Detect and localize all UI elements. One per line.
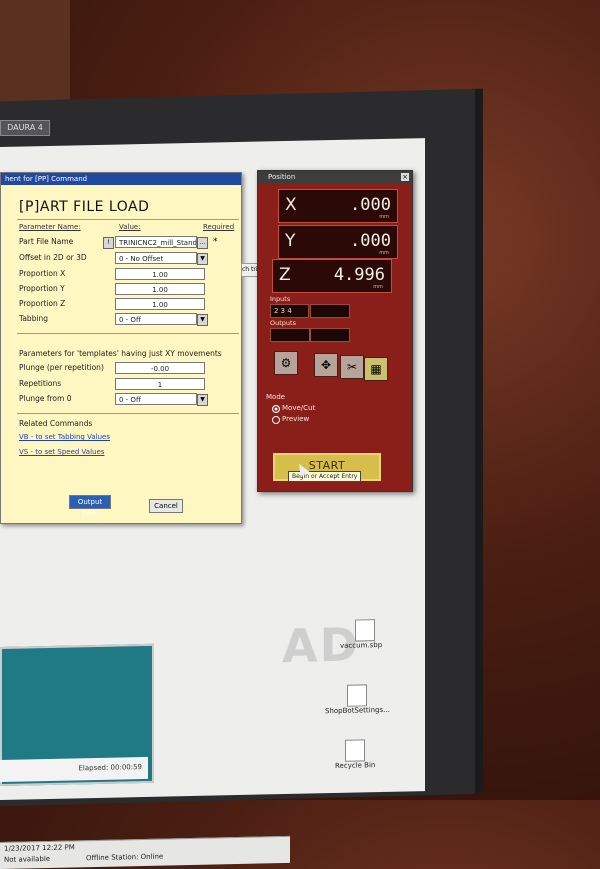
tabbing-select[interactable]: 0 - Off (115, 313, 197, 325)
divider (17, 413, 239, 414)
desktop-icon-label[interactable]: Recycle Bin (335, 761, 375, 770)
y-axis-readout: Y .000 mm (278, 225, 398, 259)
offset-select[interactable]: 0 - No Offset (115, 252, 197, 264)
outputs-display-2 (310, 328, 350, 342)
z-axis-readout: Z 4.996 mm (272, 259, 392, 293)
required-marker: * (213, 237, 218, 247)
mode-radio-move-cut[interactable] (272, 405, 280, 413)
mode-option-label[interactable]: Move/Cut (282, 404, 315, 412)
keypad-icon[interactable]: ⚙ (274, 351, 298, 375)
axis-letter: X (285, 195, 297, 215)
axis-letter: Y (285, 231, 296, 251)
browse-button[interactable]: … (197, 237, 208, 249)
param-label: Repetitions (19, 379, 62, 388)
status-station: Offline Station: Online (86, 852, 164, 863)
column-required: Required (203, 223, 235, 231)
position-titlebar[interactable]: Position (258, 171, 412, 183)
desktop-icon-label[interactable]: ShopBotSettings... (325, 706, 390, 715)
inputs-display-2 (310, 304, 350, 318)
plunge-input[interactable]: -0.00 (115, 362, 205, 374)
desktop-icon-label[interactable]: vaccum.sbp (340, 641, 382, 650)
divider (17, 333, 239, 334)
column-value: Value: (119, 223, 141, 231)
axis-unit: mm (373, 284, 383, 290)
section-note: Parameters for 'templates' having just X… (19, 349, 222, 358)
proportion-x-input[interactable]: 1.00 (115, 268, 205, 280)
file-icon[interactable] (347, 684, 367, 707)
mode-radio-preview[interactable] (272, 416, 280, 424)
cut-tool-icon[interactable]: ✂ (340, 355, 364, 379)
inputs-display: 2 3 4 (270, 304, 309, 318)
close-icon[interactable]: × (401, 173, 409, 181)
related-link-vb[interactable]: VB - to set Tabbing Values (19, 433, 110, 441)
info-icon[interactable]: ! (103, 237, 114, 249)
axis-letter: Z (279, 265, 291, 285)
inputs-label: Inputs (270, 295, 291, 303)
status-time: 1/23/2017 12:22 PM (4, 843, 75, 853)
chevron-down-icon[interactable]: ▼ (197, 394, 208, 406)
elapsed-time: Elapsed: 00:00:59 (78, 763, 142, 773)
param-label: Tabbing (19, 314, 49, 323)
status-bar: 1/23/2017 12:22 PM Not available Offline… (0, 835, 290, 869)
plunge-from-zero-select[interactable]: 0 - Off (115, 393, 197, 405)
x-axis-readout: X .000 mm (278, 189, 398, 223)
axis-unit: mm (379, 250, 389, 256)
param-label: Proportion Y (19, 284, 65, 293)
column-parameter-name: Parameter Name: (19, 223, 81, 231)
proportion-y-input[interactable]: 1.00 (115, 283, 205, 295)
dialog-heading: [P]ART FILE LOAD (19, 199, 150, 215)
outputs-label: Outputs (270, 319, 296, 327)
monitor-brand-label: DAURA 4 (0, 120, 50, 136)
chevron-down-icon[interactable]: ▼ (197, 253, 208, 265)
outputs-display (270, 328, 310, 342)
axis-unit: mm (379, 214, 389, 220)
ok-button[interactable]: Output Ends (69, 495, 111, 518)
chevron-down-icon[interactable]: ▼ (197, 314, 208, 326)
mode-option-label[interactable]: Preview (282, 415, 309, 423)
axis-value: 4.996 (333, 265, 385, 285)
mode-label: Mode (266, 393, 286, 401)
related-link-vs[interactable]: VS - to set Speed Values (19, 448, 104, 456)
preview-tool-icon[interactable]: ▦ (364, 357, 388, 381)
background-window-footer: Elapsed: 00:00:59 (0, 756, 148, 782)
proportion-z-input[interactable]: 1.00 (115, 298, 205, 310)
param-label: Offset in 2D or 3D (19, 253, 87, 262)
status-availability: Not available (4, 854, 51, 864)
wall-background (0, 0, 70, 110)
param-label: Plunge (per repetition) (19, 363, 104, 372)
dialog-titlebar[interactable]: hent for [PP] Command (1, 173, 241, 185)
related-heading: Related Commands (19, 419, 93, 428)
param-label: Proportion Z (19, 299, 66, 308)
param-label: Plunge from 0 (19, 394, 72, 403)
recycle-bin-icon[interactable] (345, 739, 365, 762)
file-icon[interactable] (355, 619, 375, 642)
move-tool-icon[interactable]: ✥ (314, 353, 338, 377)
position-window: Position × X .000 mm Y .000 mm Z 4.996 m… (257, 170, 413, 492)
part-file-load-dialog: hent for [PP] Command ch trini [P]ART FI… (0, 172, 265, 524)
axis-value: .000 (350, 195, 391, 215)
param-label: Proportion X (19, 269, 66, 278)
axis-value: .000 (350, 231, 391, 251)
divider (17, 219, 239, 220)
repetitions-input[interactable]: 1 (115, 378, 205, 390)
part-file-name-input[interactable]: TRINICNC2_mill_Standard (115, 236, 197, 248)
cancel-button[interactable]: Cancel (149, 499, 183, 513)
param-label: Part File Name (19, 237, 74, 246)
